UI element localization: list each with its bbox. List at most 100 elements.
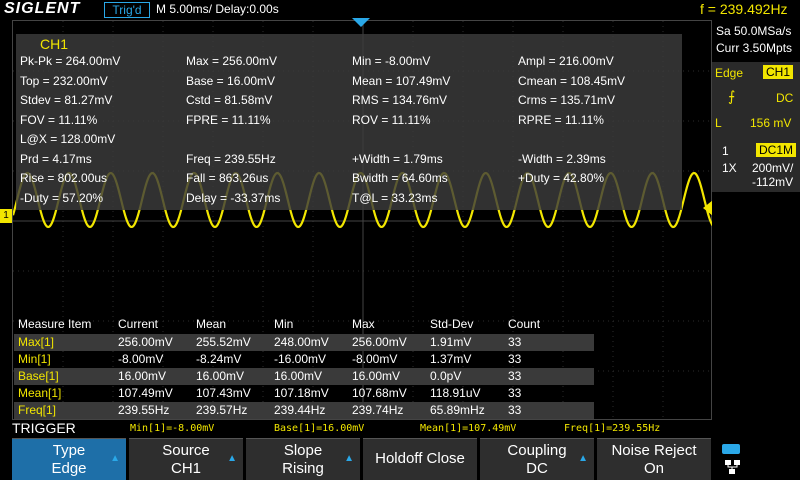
table-header-cell: Std-Dev <box>430 317 474 331</box>
table-row: Base[1] 16.00mV 16.00mV 16.00mV 16.00mV 0.0pV… <box>14 368 594 385</box>
measure-all-panel: CH1 Pk-Pk = 264.00mV Max = 256.00mV Min = … <box>16 34 682 210</box>
measure-value: FOV = 11.11% <box>20 112 98 127</box>
measure-item-name: Max[1] <box>18 335 55 349</box>
measure-value: Delay = -33.37ms <box>186 190 281 205</box>
memory-depth: Curr 3.50Mpts <box>716 41 793 55</box>
trigger-position-marker[interactable] <box>352 18 370 28</box>
measure-item-name: Mean[1] <box>18 386 62 400</box>
measure-value: Cstd = 81.58mV <box>186 93 273 107</box>
channel-number: 1 <box>722 144 729 158</box>
measure-value: Prd = 4.17ms <box>20 151 92 166</box>
table-cell: 239.74Hz <box>352 403 404 417</box>
measure-value: Max = 256.00mV <box>186 54 278 68</box>
table-cell: 107.18mV <box>274 386 329 400</box>
ch1-offset-marker[interactable]: 1 <box>0 209 12 223</box>
strip-measure-min: Min[1]=-8.00mV <box>130 423 215 434</box>
statistics-table: Measure Item Current Mean Min Max Std-Dev Coun… <box>12 316 712 420</box>
table-cell: 1.91mV <box>430 335 472 349</box>
softkey-bar: Type Edge ▲ Source CH1 ▲ Slope Rising ▲ … <box>0 438 800 480</box>
table-header-cell: Min <box>274 317 294 331</box>
table-cell: 16.00mV <box>118 369 167 383</box>
measure-value: Pk-Pk = 264.00mV <box>20 54 121 68</box>
channel1-info-box[interactable]: 1 DC1M 1X 200mV/ -112mV <box>712 142 800 192</box>
table-cell: 16.00mV <box>352 369 401 383</box>
table-cell: 107.43mV <box>196 386 251 400</box>
table-header-cell: Measure Item <box>18 317 92 331</box>
table-header-cell: Count <box>508 317 541 331</box>
table-cell: 256.00mV <box>118 335 173 349</box>
measure-value: L@X = 128.00mV <box>20 132 116 146</box>
table-row: Max[1] 256.00mV 255.52mV 248.00mV 256.00mV 1.… <box>14 334 594 351</box>
measure-value: Mean = 107.49mV <box>352 73 451 88</box>
brand-logo: SIGLENT <box>4 0 81 17</box>
measure-value: ROV = 11.11% <box>352 112 431 127</box>
strip-measure-mean: Mean[1]=107.49mV <box>420 423 517 434</box>
table-cell: -8.24mV <box>196 352 242 366</box>
frequency-counter: f = 239.492Hz <box>700 1 788 17</box>
chevron-up-icon: ▲ <box>578 453 588 464</box>
table-row: Mean[1] 107.49mV 107.43mV 107.18mV 107.68mV 1… <box>14 385 594 402</box>
table-cell: 239.55Hz <box>118 403 170 417</box>
measure-value: Freq = 239.55Hz <box>186 151 276 166</box>
table-header-row: Measure Item Current Mean Min Max Std-Dev Coun… <box>14 316 594 333</box>
measure-value: -Width = 2.39ms <box>518 151 606 166</box>
table-row: Freq[1] 239.55Hz 239.57Hz 239.44Hz 239.74Hz 6… <box>14 402 594 419</box>
trigger-level-value: 156 mV <box>750 116 792 130</box>
measure-value: RMS = 134.76mV <box>352 93 448 107</box>
softkey-source[interactable]: Source CH1 ▲ <box>129 438 243 480</box>
table-cell: 1.37mV <box>430 352 472 366</box>
trigger-source: CH1 <box>763 65 794 79</box>
softkey-coupling[interactable]: Coupling DC ▲ <box>480 438 594 480</box>
measure-value: Cmean = 108.45mV <box>518 73 626 88</box>
table-cell: 107.49mV <box>118 386 173 400</box>
measure-value: RPRE = 11.11% <box>518 112 604 127</box>
chevron-up-icon: ▲ <box>110 453 120 464</box>
chevron-up-icon: ▲ <box>227 453 237 464</box>
table-cell: 239.44Hz <box>274 403 326 417</box>
measure-value: Bwidth = 64.60ms <box>352 171 448 185</box>
table-row: Min[1] -8.00mV -8.24mV -16.00mV -8.00mV 1.37m… <box>14 351 594 368</box>
table-cell: 33 <box>508 403 522 417</box>
right-info-panel: Sa 50.0MSa/s Curr 3.50Mpts Edge CH1 ⨍ DC… <box>712 20 800 440</box>
channel-offset: -112mV <box>752 175 794 189</box>
channel-coupling: DC1M <box>756 143 797 157</box>
trigger-coupling: DC <box>776 91 794 105</box>
menu-status-strip: TRIGGER Min[1]=-8.00mV Base[1]=16.00mV M… <box>0 420 800 438</box>
measure-value: Ampl = 216.00mV <box>518 54 614 68</box>
softkey-slope[interactable]: Slope Rising ▲ <box>246 438 360 480</box>
softkey-type[interactable]: Type Edge ▲ <box>12 438 126 480</box>
volts-per-div: 200mV/ <box>752 161 794 175</box>
usb-network-icon[interactable] <box>720 442 746 476</box>
measure-channel-title: CH1 <box>40 36 69 52</box>
table-cell: 16.00mV <box>274 369 323 383</box>
measure-value: Top = 232.00mV <box>20 73 108 88</box>
timebase-readout[interactable]: M 5.00ms/ Delay:0.00s <box>156 2 279 16</box>
table-cell: 33 <box>508 352 522 366</box>
measure-value: +Width = 1.79ms <box>352 151 443 166</box>
measure-item-name: Min[1] <box>18 352 51 366</box>
table-cell: 118.91uV <box>430 386 481 400</box>
trigger-type: Edge <box>715 66 744 80</box>
measure-value: Base = 16.00mV <box>186 73 276 88</box>
chevron-up-icon: ▲ <box>344 453 354 464</box>
measure-value: FPRE = 11.11% <box>186 112 271 127</box>
table-cell: 107.68mV <box>352 386 407 400</box>
table-cell: -16.00mV <box>274 352 327 366</box>
trigger-info-box[interactable]: Edge CH1 ⨍ DC L 156 mV <box>712 62 800 152</box>
measure-value: +Duty = 42.80% <box>518 171 605 185</box>
table-cell: 33 <box>508 335 522 349</box>
probe-ratio: 1X <box>722 161 737 175</box>
table-cell: 239.57Hz <box>196 403 248 417</box>
table-cell: 33 <box>508 386 522 400</box>
table-cell: 255.52mV <box>196 335 251 349</box>
trigger-status-badge: Trig'd <box>104 2 150 18</box>
measure-value: T@L = 33.23ms <box>352 190 438 205</box>
softkey-holdoff[interactable]: Holdoff Close <box>363 438 477 480</box>
measure-value: Stdev = 81.27mV <box>20 93 113 107</box>
softkey-noise-reject[interactable]: Noise Reject On <box>597 438 711 480</box>
table-cell: 256.00mV <box>352 335 407 349</box>
measure-value: Min = -8.00mV <box>352 54 431 68</box>
table-cell: 16.00mV <box>196 369 245 383</box>
menu-title: TRIGGER <box>12 420 76 436</box>
measure-value: -Duty = 57.20% <box>20 190 104 205</box>
